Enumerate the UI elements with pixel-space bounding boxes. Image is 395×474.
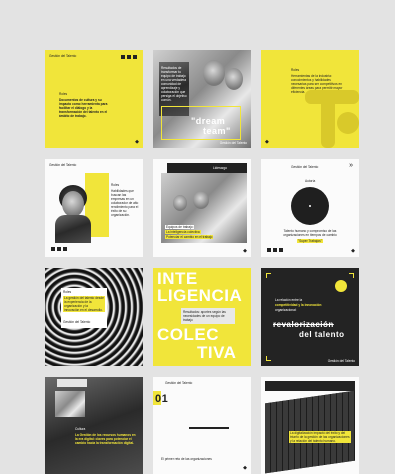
tile-brand: Gestión del Talento	[49, 54, 77, 58]
corner-mark	[266, 273, 271, 278]
logo-icon: ◆	[265, 139, 269, 145]
person-photo	[225, 68, 243, 90]
person-photo	[173, 195, 187, 211]
word-top-a: INTE	[157, 269, 198, 288]
post-tile-4[interactable]: Gestión del Talento Roles Habilidades qu…	[45, 159, 143, 257]
header-bar	[57, 379, 87, 387]
person-photo	[62, 191, 84, 217]
post-tile-10[interactable]: Cultura La Gestión de los recursos human…	[45, 377, 143, 474]
post-tile-12[interactable]: La digitalización impactó del éxito y de…	[261, 377, 359, 474]
tile-big-1: revalorización	[273, 320, 334, 329]
tile-tag: Liderazgo	[213, 166, 227, 170]
tile-line3: organizacional:	[275, 308, 297, 312]
tile-body: La digitalización impactó del éxito y de…	[289, 431, 351, 443]
logo-icon: ◆	[351, 248, 355, 254]
tile-brand: Gestión del Talento	[49, 163, 77, 167]
tile-body: Habilidades que buscan las empresas en u…	[111, 189, 139, 217]
post-tile-11[interactable]: Gestión del Talento 01 El primer reto de…	[153, 377, 251, 474]
logo-icon: ◆	[135, 139, 139, 145]
header-bar	[167, 163, 247, 173]
tile-tag: Roles	[291, 68, 300, 72]
dots-icon	[51, 247, 67, 251]
person-photo	[193, 191, 209, 209]
pipe-image	[337, 112, 359, 134]
screen-photo	[55, 391, 85, 417]
tile-tag: Roles	[59, 92, 68, 96]
tile-body-line1: Equipos de trabajo:	[165, 225, 195, 229]
tile-number: 01	[155, 393, 169, 405]
tile-body: Resultados de transformar tu equipo de t…	[161, 66, 187, 102]
tile-note: Resultados: aportes según las necesidade…	[183, 310, 226, 322]
post-tile-3[interactable]: Roles Herramientas de la industria: cono…	[261, 50, 359, 148]
tile-caption-2: "Super Trabajos"	[297, 239, 323, 243]
divider	[189, 427, 229, 429]
post-tile-6[interactable]: Gestión del Talento » Autoría Talento hu…	[261, 159, 359, 257]
header-bar	[265, 381, 355, 391]
tile-tag: Roles	[111, 183, 120, 187]
post-tile-7[interactable]: Roles La gestión del talento desde la ex…	[45, 268, 143, 366]
tile-line1: La relación entre la	[275, 298, 303, 302]
tile-body: La gestión del talento desde la experien…	[63, 296, 105, 312]
tile-footer: Gestión del Talento	[219, 141, 247, 145]
corner-mark	[266, 356, 271, 361]
person-photo	[203, 60, 225, 86]
tile-caption: Talento humano y compromiso de las organ…	[283, 229, 337, 237]
post-grid: Gestión del Talento Roles Documentos de …	[45, 50, 359, 474]
pipe-image	[321, 90, 335, 148]
center-dot	[309, 205, 311, 207]
tile-sub: Gestión del Talento	[63, 320, 91, 324]
tile-big-2: del talento	[299, 330, 345, 339]
tile-body-line2: La inteligencia colectiva	[165, 230, 201, 234]
tile-title-line2: team"	[203, 126, 231, 136]
tile-tag: Roles	[63, 290, 72, 294]
tile-brand: Gestión del Talento	[165, 381, 193, 385]
tile-footer: Gestión del Talento	[327, 359, 355, 363]
post-tile-2[interactable]: Resultados de transformar tu equipo de t…	[153, 50, 251, 148]
dots-icon	[267, 248, 283, 252]
tile-body: Herramientas de la industria: conocimien…	[291, 74, 343, 94]
tile-brand: Gestión del Talento	[291, 165, 319, 169]
logo-icon: ◆	[243, 465, 247, 471]
corner-mark	[349, 273, 354, 278]
person-body	[55, 215, 91, 243]
word-bottom-b: TIVA	[197, 343, 237, 362]
post-tile-1[interactable]: Gestión del Talento Roles Documentos de …	[45, 50, 143, 148]
post-tile-9[interactable]: La relación entre la competitividad y la…	[261, 268, 359, 366]
tile-title-line1: "dream	[191, 116, 226, 126]
word-top-b: LIGENCIA	[157, 286, 243, 305]
tile-body-line3: Potenciar el cambio en el trabajo	[165, 235, 214, 239]
yellow-dot-icon	[335, 280, 347, 292]
tile-line2: competitividad y la innovación	[275, 303, 322, 307]
tile-tag: Cultura	[75, 427, 86, 431]
dots-icon	[121, 55, 137, 59]
post-tile-8[interactable]: INTE LIGENCIA Resultados: aportes según …	[153, 268, 251, 366]
tile-body: El primer reto de las organizaciones	[161, 457, 212, 461]
chevron-right-icon[interactable]: »	[349, 162, 353, 169]
tile-body: La Gestión de los recursos humanos en la…	[75, 433, 136, 445]
logo-icon: ◆	[243, 248, 247, 254]
tile-label: Autoría	[305, 179, 316, 183]
tile-body: Documentos de cultura y su impacto como …	[59, 98, 108, 118]
post-tile-5[interactable]: Liderazgo Equipos de trabajo: La intelig…	[153, 159, 251, 257]
word-bottom-a: COLEC	[157, 325, 219, 344]
